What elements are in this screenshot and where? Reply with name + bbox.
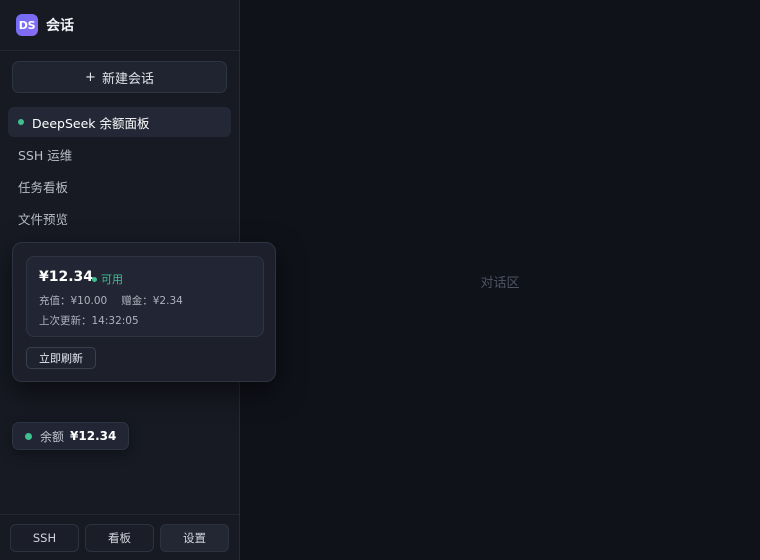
new-chat-label: 新建会话 xyxy=(101,71,154,87)
conversation-label: SSH 运维 xyxy=(18,147,73,163)
balance-status-label: 可用 xyxy=(101,273,123,286)
balance-chip-value: ¥12.34 xyxy=(70,429,117,443)
board-button[interactable]: 看板 xyxy=(85,524,154,552)
balance-status-dot-icon xyxy=(25,432,32,440)
settings-button[interactable]: 设置 xyxy=(160,524,229,552)
ssh-button[interactable]: SSH xyxy=(10,524,79,552)
active-status-dot-icon xyxy=(18,119,24,125)
balance-chip-label: 余额 xyxy=(40,429,65,444)
balance-amount: ¥12.34 xyxy=(39,269,94,285)
gift-amount: 赠金：¥2.34 xyxy=(121,295,183,307)
conversation-item-deepseek[interactable]: DeepSeek 余额面板 xyxy=(8,107,231,137)
new-chat-button[interactable]: + 新建会话 xyxy=(12,61,227,93)
conversation-list: DeepSeek 余额面板 SSH 运维 任务看板 文件预览 xyxy=(8,107,231,235)
sidebar-header: DS 会话 xyxy=(0,0,239,51)
plus-icon: + xyxy=(85,69,96,85)
conversation-label: 文件预览 xyxy=(18,211,69,227)
balance-popover: ¥12.34 可用 充值：¥10.00 赠金：¥2.34 上次更新：14:32:0… xyxy=(12,242,276,382)
conversation-item-files[interactable]: 文件预览 xyxy=(8,203,231,233)
conversation-area: 对话区 xyxy=(240,0,760,560)
balance-status: 可用 xyxy=(92,271,123,287)
refresh-now-button[interactable]: 立即刷新 xyxy=(26,347,96,369)
app-window: DS 会话 + 新建会话 DeepSeek 余额面板 SSH 运维 任务看板 文… xyxy=(0,0,760,560)
conversation-item-tasks[interactable]: 任务看板 xyxy=(8,171,231,201)
balance-chip[interactable]: 余额 ¥12.34 xyxy=(12,422,130,450)
app-logo: DS xyxy=(16,14,38,36)
last-updated: 上次更新：14:32:05 xyxy=(39,315,139,327)
conversation-label: DeepSeek 余额面板 xyxy=(32,115,150,131)
balance-breakdown: 充值：¥10.00 赠金：¥2.34 xyxy=(39,293,183,308)
conversation-item-ssh[interactable]: SSH 运维 xyxy=(8,139,231,169)
balance-card: ¥12.34 可用 充值：¥10.00 赠金：¥2.34 上次更新：14:32:0… xyxy=(26,256,264,337)
available-dot-icon xyxy=(92,276,97,282)
conversation-placeholder: 对话区 xyxy=(480,276,520,291)
recharge-amount: 充值：¥10.00 xyxy=(39,295,108,307)
conversation-label: 任务看板 xyxy=(18,179,69,195)
sidebar-footer: SSH 看板 设置 xyxy=(0,514,239,560)
sidebar-title: 会话 xyxy=(46,18,74,34)
